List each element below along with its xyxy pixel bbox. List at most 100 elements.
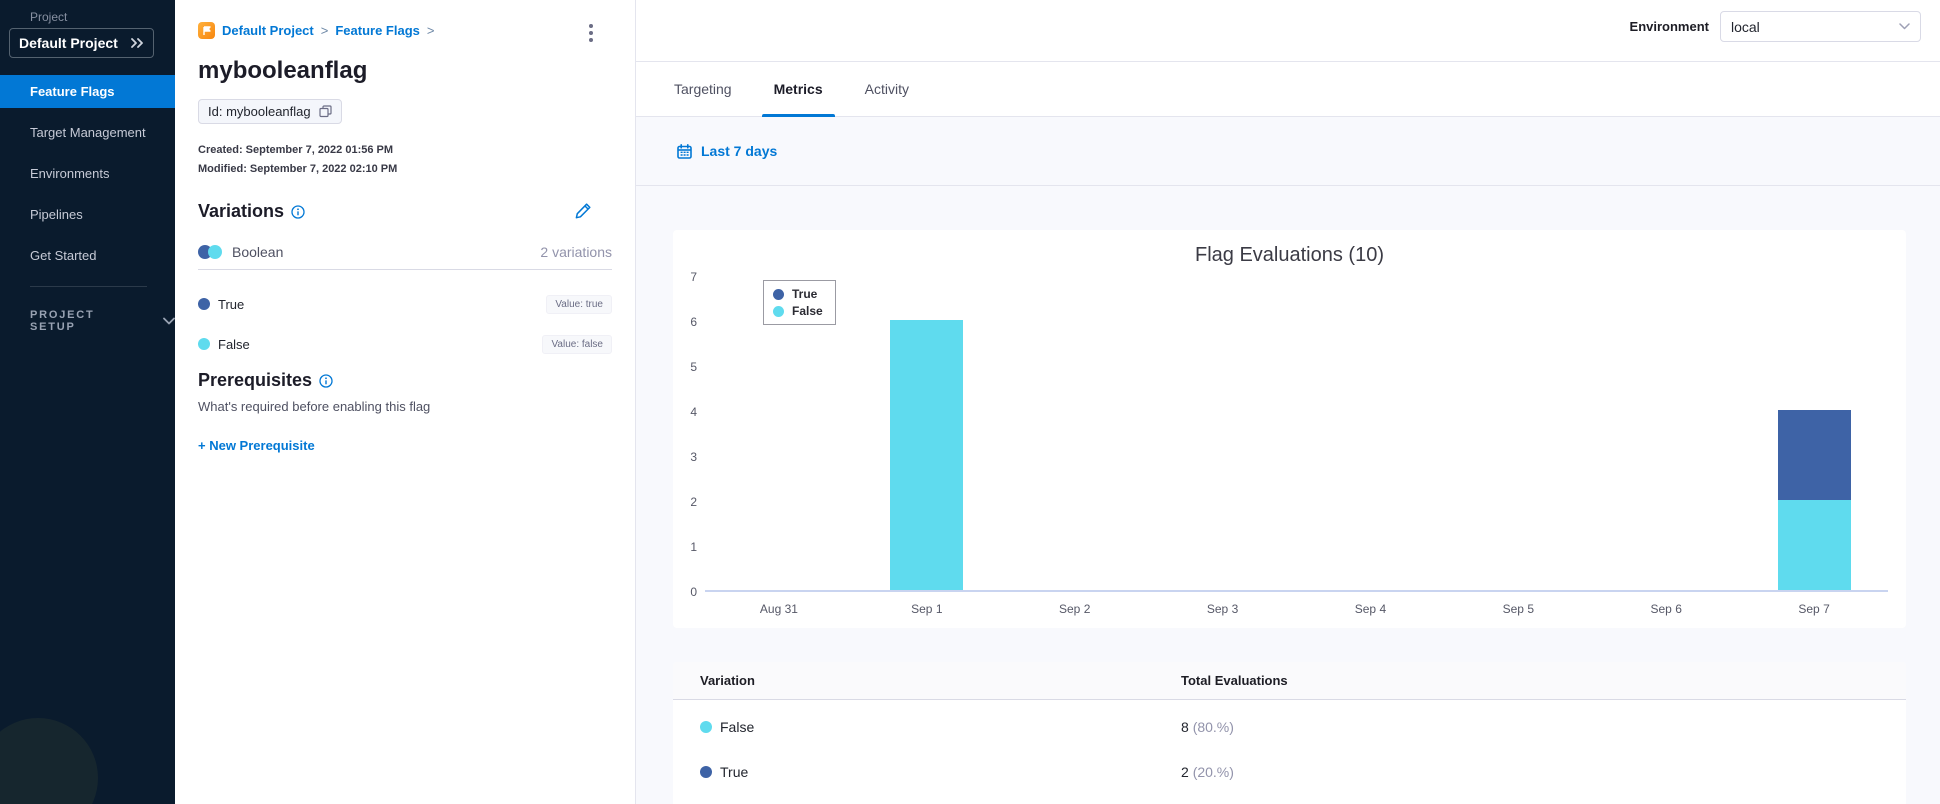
copy-icon[interactable] bbox=[319, 105, 332, 118]
new-prerequisite-button[interactable]: + New Prerequisite bbox=[198, 438, 315, 453]
y-axis-tick: 7 bbox=[690, 270, 697, 284]
variation-type-label: Boolean bbox=[232, 244, 284, 260]
variation-color-dot bbox=[198, 338, 210, 350]
main-content: Environment local Targeting Metrics Activi… bbox=[636, 0, 1940, 804]
variation-name-label: False bbox=[218, 336, 250, 352]
variation-color-dot bbox=[700, 765, 712, 778]
chart-title: Flag Evaluations (10) bbox=[1195, 244, 1384, 266]
tab-metrics[interactable]: Metrics bbox=[761, 62, 835, 117]
sidebar-item-feature-flags[interactable]: Feature Flags bbox=[0, 75, 175, 108]
flag-id-text: Id: mybooleanflag bbox=[208, 104, 311, 119]
total-percentage: (80.%) bbox=[1192, 718, 1234, 735]
environment-label: Environment bbox=[1629, 19, 1709, 34]
prerequisites-heading: Prerequisites bbox=[198, 370, 333, 391]
table-variation-name: False bbox=[720, 718, 755, 735]
edit-variations-button[interactable] bbox=[573, 201, 597, 225]
flag-title: mybooleanflag bbox=[198, 57, 368, 84]
x-axis-label: Sep 7 bbox=[1798, 602, 1830, 616]
variation-list: True Value: true False Value: false bbox=[198, 284, 612, 364]
total-percentage: (20.%) bbox=[1192, 763, 1234, 780]
variation-row: True Value: true bbox=[198, 284, 612, 324]
breadcrumb-project-link[interactable]: Default Project bbox=[222, 23, 314, 38]
y-axis-tick: 2 bbox=[690, 495, 697, 509]
table-cell-variation: True bbox=[673, 764, 1181, 780]
variation-name: False bbox=[198, 337, 250, 352]
environment-topbar: Environment local bbox=[636, 0, 1940, 62]
chevron-down-icon bbox=[1899, 23, 1910, 30]
table-variation-name: True bbox=[720, 763, 749, 780]
sidebar-item-environments[interactable]: Environments bbox=[0, 157, 175, 190]
variation-count: 2 variations bbox=[540, 244, 612, 260]
variation-value-pill: Value: false bbox=[542, 334, 612, 354]
table-row: True 2 (20.%) bbox=[673, 749, 1906, 794]
variation-name-label: True bbox=[218, 296, 245, 312]
sidebar-section-project-setup[interactable]: PROJECT SETUP bbox=[30, 309, 175, 333]
x-axis-label: Sep 1 bbox=[911, 602, 943, 616]
calendar-icon bbox=[677, 143, 692, 159]
breadcrumb-feature-flags-link[interactable]: Feature Flags bbox=[335, 23, 420, 38]
flag-evaluations-chart: Flag Evaluations (10) True False 01234567… bbox=[673, 230, 1906, 628]
flag-modified: Modified: September 7, 2022 02:10 PM bbox=[198, 163, 398, 175]
variation-color-dot bbox=[198, 298, 210, 310]
y-axis-tick: 0 bbox=[690, 585, 697, 599]
bar-false-sep-7 bbox=[1777, 500, 1851, 590]
date-range-filter[interactable]: Last 7 days bbox=[636, 117, 1940, 186]
double-chevron-right-icon bbox=[130, 38, 144, 48]
bar-true-sep-7 bbox=[1777, 410, 1851, 500]
bar-false-sep-1 bbox=[890, 320, 964, 590]
project-label: Project bbox=[30, 10, 68, 24]
tab-targeting[interactable]: Targeting bbox=[672, 62, 734, 117]
boolean-type-icon bbox=[198, 245, 222, 259]
project-selector[interactable]: Default Project bbox=[9, 28, 154, 58]
x-axis-label: Sep 6 bbox=[1650, 602, 1682, 616]
environment-select-value: local bbox=[1731, 18, 1760, 35]
variation-type-row: Boolean 2 variations bbox=[198, 244, 612, 260]
feature-flag-icon bbox=[198, 22, 215, 39]
flag-created: Created: September 7, 2022 01:56 PM bbox=[198, 144, 394, 156]
y-axis-tick: 3 bbox=[690, 450, 697, 464]
chevron-down-icon bbox=[163, 317, 175, 325]
info-icon[interactable] bbox=[319, 373, 333, 388]
column-header-total-evaluations: Total Evaluations bbox=[1181, 673, 1288, 688]
table-row: False 8 (80.%) bbox=[673, 704, 1906, 749]
sidebar-divider bbox=[30, 286, 147, 287]
total-count: 2 bbox=[1181, 763, 1193, 780]
sidebar-item-get-started[interactable]: Get Started bbox=[0, 239, 175, 272]
evaluations-table: Variation Total Evaluations False 8 (80.%… bbox=[673, 662, 1906, 804]
x-axis-label: Aug 31 bbox=[759, 602, 798, 616]
harness-logo-partial bbox=[0, 718, 98, 804]
sidebar-item-target-management[interactable]: Target Management bbox=[0, 116, 175, 149]
variation-name: True bbox=[198, 297, 244, 312]
table-header-row: Variation Total Evaluations bbox=[673, 662, 1906, 700]
prerequisites-title: Prerequisites bbox=[198, 370, 313, 390]
info-icon[interactable] bbox=[291, 204, 305, 219]
variation-row: False Value: false bbox=[198, 324, 612, 364]
table-body: False 8 (80.%) True 2 (20.%) bbox=[673, 704, 1906, 794]
tab-bar: Targeting Metrics Activity bbox=[636, 62, 1940, 117]
variations-heading: Variations bbox=[198, 201, 305, 222]
table-cell-total: 8 (80.%) bbox=[1181, 719, 1234, 735]
chart-plot-area: 0 1 2 3 4 5 6 7 Aug 31 Sep 1 Sep 2 Sep 3 Sep 4 Sep 5 S… bbox=[690, 270, 1888, 616]
variation-color-dot bbox=[700, 720, 712, 733]
y-axis-tick: 4 bbox=[690, 405, 697, 419]
variation-value-pill: Value: true bbox=[546, 294, 612, 314]
x-axis-label: Sep 2 bbox=[1059, 602, 1091, 616]
divider bbox=[198, 269, 612, 270]
sidebar-item-pipelines[interactable]: Pipelines bbox=[0, 198, 175, 231]
date-range-label: Last 7 days bbox=[701, 143, 778, 159]
kebab-menu-icon[interactable] bbox=[580, 21, 602, 45]
prerequisites-subtitle: What's required before enabling this fla… bbox=[198, 399, 431, 414]
y-axis-tick: 1 bbox=[690, 540, 697, 554]
variations-title: Variations bbox=[198, 201, 285, 221]
new-prerequisite-label: + New Prerequisite bbox=[198, 438, 315, 453]
tab-activity[interactable]: Activity bbox=[863, 62, 911, 117]
sidebar: Project Default Project Feature Flags Tar… bbox=[0, 0, 175, 804]
breadcrumb: Default Project > Feature Flags > bbox=[198, 22, 434, 39]
project-setup-label: PROJECT SETUP bbox=[30, 309, 95, 333]
total-count: 8 bbox=[1181, 718, 1193, 735]
sidebar-nav: Feature Flags Target Management Environmen… bbox=[0, 75, 175, 280]
table-cell-variation: False bbox=[673, 719, 1181, 735]
flag-id-pill: Id: mybooleanflag bbox=[198, 99, 342, 124]
table-cell-total: 2 (20.%) bbox=[1181, 764, 1234, 780]
environment-select[interactable]: local bbox=[1720, 11, 1921, 42]
